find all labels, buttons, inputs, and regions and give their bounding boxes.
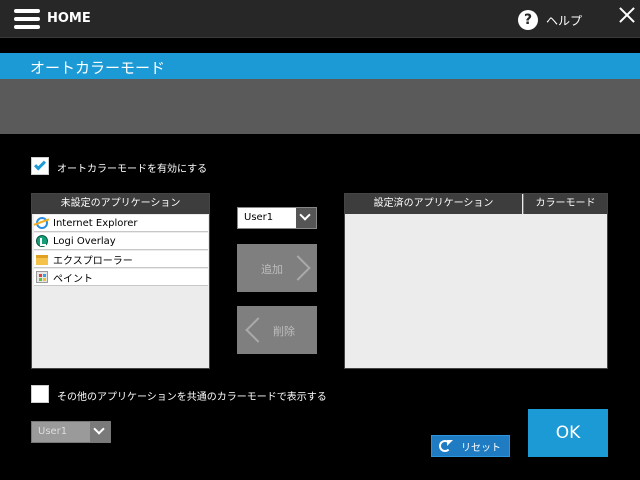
- refresh-icon: [439, 440, 453, 452]
- set-apps-header: 設定済のアプリケーション: [345, 194, 522, 214]
- remove-button-label: 削除: [273, 325, 295, 338]
- add-button-label: 追加: [261, 263, 283, 276]
- paint-icon: [36, 271, 48, 283]
- common-user-select-value: User1: [38, 426, 68, 437]
- close-icon[interactable]: [616, 4, 638, 26]
- reset-button[interactable]: リセット: [431, 435, 510, 457]
- color-mode-header: カラーモード: [523, 194, 607, 214]
- common-user-select: User1: [31, 421, 111, 443]
- enable-auto-color-label: オートカラーモードを有効にする: [57, 164, 208, 175]
- reset-button-label: リセット: [461, 442, 501, 454]
- help-icon: ?: [518, 10, 538, 30]
- other-apps-common-mode-checkbox[interactable]: [31, 385, 49, 403]
- chevron-down-icon: [90, 422, 110, 442]
- page-title: オートカラーモード: [30, 59, 166, 77]
- explorer-folder-icon: [36, 255, 48, 265]
- user-select-value: User1: [244, 212, 274, 223]
- chevron-left-icon: [245, 317, 271, 343]
- user-select[interactable]: User1: [237, 207, 317, 229]
- add-button[interactable]: 追加: [237, 244, 317, 292]
- app-name: Internet Explorer: [53, 217, 138, 229]
- hamburger-menu-icon[interactable]: [14, 8, 40, 30]
- header-band: [0, 79, 640, 134]
- logi-overlay-icon: [36, 235, 48, 247]
- enable-auto-color-checkbox[interactable]: [31, 157, 49, 175]
- help-label: ヘルプ: [546, 13, 583, 28]
- unset-apps-header: 未設定のアプリケーション: [32, 194, 209, 214]
- app-name: ペイント: [53, 273, 93, 285]
- unset-apps-panel: 未設定のアプリケーション Internet Explorer Logi Over…: [31, 193, 210, 369]
- app-name: Logi Overlay: [53, 235, 116, 247]
- internet-explorer-icon: [36, 217, 48, 229]
- help-button[interactable]: ? ヘルプ: [518, 9, 582, 31]
- checkmark-icon: [33, 158, 47, 171]
- home-label[interactable]: HOME: [47, 11, 91, 26]
- app-list-item[interactable]: Logi Overlay: [34, 233, 208, 250]
- remove-button[interactable]: 削除: [237, 306, 317, 354]
- chevron-right-icon: [285, 255, 311, 281]
- set-apps-panel: 設定済のアプリケーション カラーモード: [344, 193, 608, 369]
- chevron-down-icon: [296, 208, 316, 228]
- other-apps-common-mode-label: その他のアプリケーションを共通のカラーモードで表示する: [57, 392, 327, 403]
- app-name: エクスプローラー: [53, 255, 133, 267]
- ok-button[interactable]: OK: [528, 409, 608, 457]
- top-bar: HOME ? ヘルプ: [0, 0, 640, 38]
- app-list-item[interactable]: ペイント: [34, 269, 208, 286]
- app-list-item[interactable]: エクスプローラー: [34, 251, 208, 268]
- app-list-item[interactable]: Internet Explorer: [34, 215, 208, 232]
- title-bar: オートカラーモード: [0, 53, 640, 79]
